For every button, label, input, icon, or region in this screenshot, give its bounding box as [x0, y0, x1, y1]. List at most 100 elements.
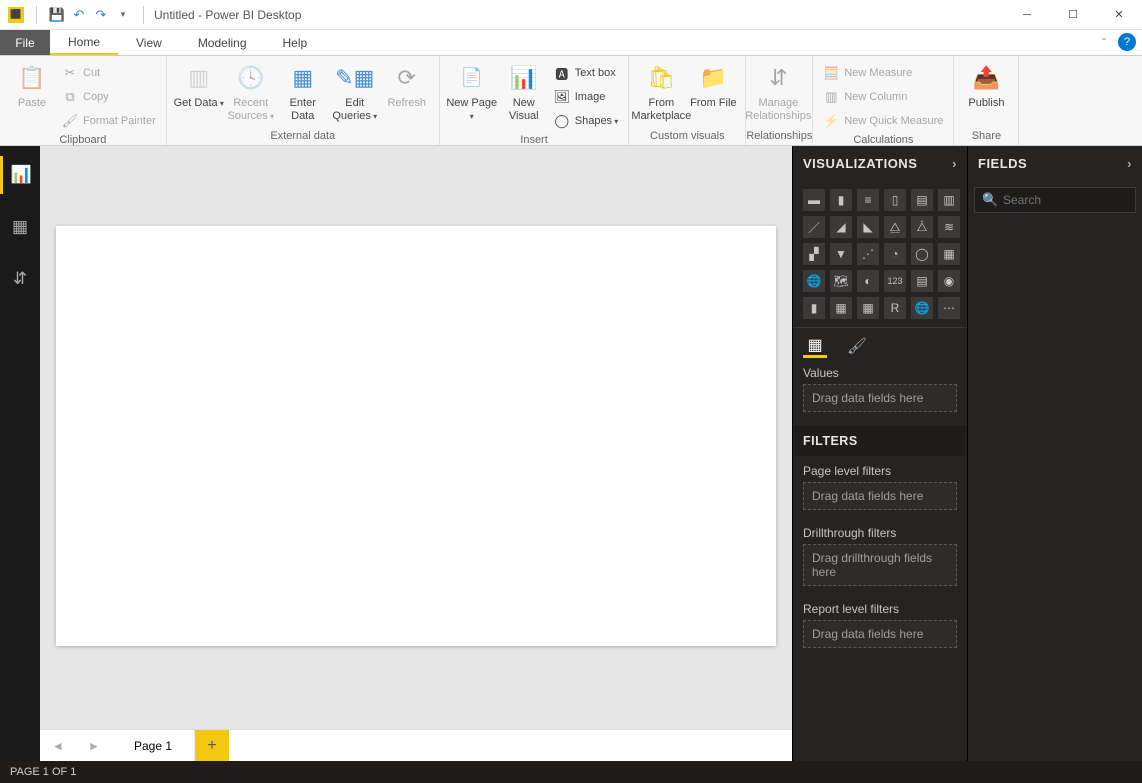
- publish-button[interactable]: 📤Publish: [960, 58, 1012, 110]
- fields-tab-icon[interactable]: ▦: [803, 334, 827, 358]
- stacked-column-icon[interactable]: ▮: [830, 189, 852, 211]
- text-box-icon: 🅰: [554, 65, 570, 81]
- help-icon[interactable]: ?: [1118, 33, 1136, 51]
- view-tab[interactable]: View: [118, 30, 180, 55]
- hundred-bar-icon[interactable]: ▤: [911, 189, 933, 211]
- undo-icon[interactable]: ↶: [69, 5, 89, 25]
- funnel-icon[interactable]: ▼: [830, 243, 852, 265]
- visualizations-pane: VISUALIZATIONS › ▬ ▮ ≡ ▯ ▤ ▥ ／ ◢ ◣ ⧋ ⧊ ≋…: [792, 146, 967, 761]
- next-page-icon[interactable]: ►: [76, 730, 112, 761]
- prev-page-icon[interactable]: ◄: [40, 730, 76, 761]
- fields-search-input[interactable]: [974, 187, 1136, 213]
- pie-icon[interactable]: ◔: [884, 243, 906, 265]
- more-visuals-icon[interactable]: ⋯: [938, 297, 960, 319]
- redo-icon[interactable]: ↷: [91, 5, 111, 25]
- filled-map-icon[interactable]: 🗺: [830, 270, 852, 292]
- cut-icon: ✂: [62, 65, 78, 81]
- text-box-button[interactable]: 🅰Text box: [550, 62, 623, 84]
- paste-button[interactable]: 📋 Paste: [6, 58, 58, 110]
- stacked-area-icon[interactable]: ◣: [857, 216, 879, 238]
- clustered-bar-icon[interactable]: ≡: [857, 189, 879, 211]
- new-measure-button[interactable]: 🧮New Measure: [819, 62, 947, 84]
- new-page-button[interactable]: 📄New Page: [446, 58, 498, 123]
- chevron-right-icon: ›: [952, 156, 957, 171]
- search-icon: 🔍: [982, 192, 998, 208]
- donut-icon[interactable]: ◯: [911, 243, 933, 265]
- modeling-tab[interactable]: Modeling: [180, 30, 265, 55]
- refresh-button[interactable]: ⟳Refresh: [381, 58, 433, 110]
- area-chart-icon[interactable]: ◢: [830, 216, 852, 238]
- clustered-column-icon[interactable]: ▯: [884, 189, 906, 211]
- fields-header[interactable]: FIELDS ›: [968, 146, 1142, 181]
- report-view-icon[interactable]: 📊: [0, 156, 40, 194]
- close-button[interactable]: ✕: [1096, 0, 1142, 30]
- gauge-icon[interactable]: ◐: [857, 270, 879, 292]
- multi-card-icon[interactable]: ▤: [911, 270, 933, 292]
- slicer-icon[interactable]: ▮: [803, 297, 825, 319]
- line-clustered-icon[interactable]: ⧋: [884, 216, 906, 238]
- status-bar: PAGE 1 OF 1: [0, 761, 1142, 783]
- waterfall-icon[interactable]: ▞: [803, 243, 825, 265]
- page-filters-drop-well[interactable]: Drag data fields here: [803, 482, 957, 510]
- report-filters-drop-well[interactable]: Drag data fields here: [803, 620, 957, 648]
- map-icon[interactable]: 🌐: [803, 270, 825, 292]
- copy-icon: ⧉: [62, 89, 78, 105]
- new-column-button[interactable]: ▥New Column: [819, 86, 947, 108]
- report-canvas[interactable]: [56, 226, 776, 646]
- home-tab[interactable]: Home: [50, 30, 118, 55]
- filters-header[interactable]: FILTERS: [793, 426, 967, 456]
- shapes-button[interactable]: ◯Shapes: [550, 110, 623, 132]
- qat-dropdown-icon[interactable]: ▾: [113, 5, 133, 25]
- add-page-button[interactable]: +: [195, 730, 229, 761]
- values-drop-well[interactable]: Drag data fields here: [803, 384, 957, 412]
- card-icon[interactable]: 123: [884, 270, 906, 292]
- ribbon-chart-icon[interactable]: ≋: [938, 216, 960, 238]
- ribbon-group-relationships: ⇵Manage Relationships Relationships: [746, 56, 813, 145]
- cut-button[interactable]: ✂Cut: [58, 62, 160, 84]
- format-tab-icon[interactable]: 🖌: [845, 334, 869, 358]
- page-tab-1[interactable]: Page 1: [112, 730, 195, 761]
- table-icon[interactable]: ▦: [830, 297, 852, 319]
- from-file-button[interactable]: 📁From File: [687, 58, 739, 110]
- visualizations-header[interactable]: VISUALIZATIONS ›: [793, 146, 967, 181]
- copy-button[interactable]: ⧉Copy: [58, 86, 160, 108]
- fields-search: 🔍: [974, 187, 1136, 213]
- enter-data-button[interactable]: ▦Enter Data: [277, 58, 329, 123]
- maximize-button[interactable]: ☐: [1050, 0, 1096, 30]
- save-icon[interactable]: 💾: [47, 5, 67, 25]
- line-chart-icon[interactable]: ／: [803, 216, 825, 238]
- hundred-column-icon[interactable]: ▥: [938, 189, 960, 211]
- stacked-bar-icon[interactable]: ▬: [803, 189, 825, 211]
- title-bar: ⬛ 💾 ↶ ↷ ▾ Untitled - Power BI Desktop ─ …: [0, 0, 1142, 30]
- minimize-button[interactable]: ─: [1004, 0, 1050, 30]
- help-tab[interactable]: Help: [265, 30, 326, 55]
- page-level-filters-label: Page level filters: [793, 456, 967, 482]
- matrix-icon[interactable]: ▦: [857, 297, 879, 319]
- treemap-icon[interactable]: ▦: [938, 243, 960, 265]
- new-quick-measure-button[interactable]: ⚡New Quick Measure: [819, 110, 947, 132]
- manage-relationships-button[interactable]: ⇵Manage Relationships: [752, 58, 804, 123]
- get-data-button[interactable]: ▥Get Data: [173, 58, 225, 110]
- scatter-icon[interactable]: ⋰: [857, 243, 879, 265]
- window-title: Untitled - Power BI Desktop: [150, 8, 1004, 22]
- canvas-scroll[interactable]: [40, 146, 792, 729]
- line-stacked-icon[interactable]: ⧊: [911, 216, 933, 238]
- values-label: Values: [793, 358, 967, 384]
- arcgis-icon[interactable]: 🌐: [911, 297, 933, 319]
- file-tab[interactable]: File: [0, 30, 50, 55]
- r-visual-icon[interactable]: R: [884, 297, 906, 319]
- image-button[interactable]: 🖼Image: [550, 86, 623, 108]
- data-view-icon[interactable]: ▦: [0, 208, 40, 246]
- model-view-icon[interactable]: ⇵: [0, 260, 40, 298]
- collapse-ribbon-icon[interactable]: ˆ: [1092, 30, 1116, 55]
- divider: [36, 6, 37, 24]
- recent-sources-button[interactable]: 🕓Recent Sources: [225, 58, 277, 123]
- new-visual-label: New Visual: [498, 97, 550, 123]
- new-visual-button[interactable]: 📊New Visual: [498, 58, 550, 123]
- from-marketplace-button[interactable]: 🛍From Marketplace: [635, 58, 687, 123]
- drillthrough-drop-well[interactable]: Drag drillthrough fields here: [803, 544, 957, 586]
- kpi-icon[interactable]: ◉: [938, 270, 960, 292]
- marketplace-label: From Marketplace: [631, 97, 691, 123]
- edit-queries-button[interactable]: ✎▦Edit Queries: [329, 58, 381, 123]
- format-painter-button[interactable]: 🖌Format Painter: [58, 110, 160, 132]
